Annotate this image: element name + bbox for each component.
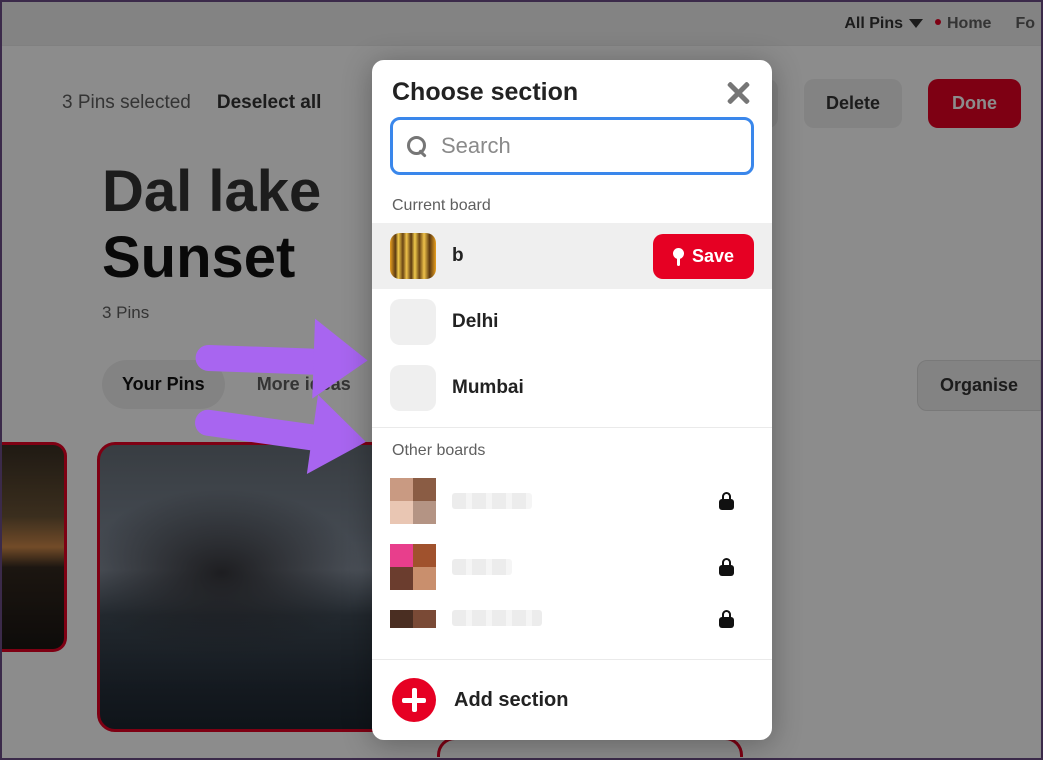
section-thumbnail	[390, 233, 436, 279]
board-thumbnail	[390, 544, 436, 590]
save-label: Save	[692, 246, 734, 267]
board-row[interactable]	[372, 600, 772, 628]
lock-icon	[719, 558, 734, 576]
other-boards-heading: Other boards	[372, 434, 772, 468]
search-icon	[407, 136, 427, 156]
section-name: Delhi	[452, 311, 754, 333]
section-thumbnail	[390, 299, 436, 345]
board-thumbnail	[390, 478, 436, 524]
pin-icon	[673, 248, 684, 264]
current-board-heading: Current board	[372, 189, 772, 223]
modal-title: Choose section	[392, 78, 724, 107]
section-row-b[interactable]: b Save	[372, 223, 772, 289]
section-name: b	[452, 245, 637, 267]
add-section-label: Add section	[454, 689, 568, 712]
board-row[interactable]	[372, 534, 772, 600]
section-name: Mumbai	[452, 377, 754, 399]
choose-section-modal: Choose section Current board b Save Delh…	[372, 60, 772, 740]
board-row[interactable]	[372, 468, 772, 534]
close-icon[interactable]	[724, 79, 752, 107]
section-thumbnail	[390, 365, 436, 411]
section-row-mumbai[interactable]: Mumbai	[372, 355, 772, 421]
lock-icon	[719, 610, 734, 628]
board-name-redacted	[452, 493, 532, 509]
divider	[372, 427, 772, 428]
save-button[interactable]: Save	[653, 234, 754, 279]
board-name-redacted	[452, 610, 542, 626]
search-input[interactable]	[441, 133, 737, 159]
plus-icon	[392, 678, 436, 722]
lock-icon	[719, 492, 734, 510]
section-list[interactable]: Current board b Save Delhi Mumbai Other …	[372, 189, 772, 659]
board-name-redacted	[452, 559, 512, 575]
search-input-wrapper[interactable]	[390, 117, 754, 175]
add-section-button[interactable]: Add section	[372, 659, 772, 740]
section-row-delhi[interactable]: Delhi	[372, 289, 772, 355]
board-thumbnail	[390, 610, 436, 628]
